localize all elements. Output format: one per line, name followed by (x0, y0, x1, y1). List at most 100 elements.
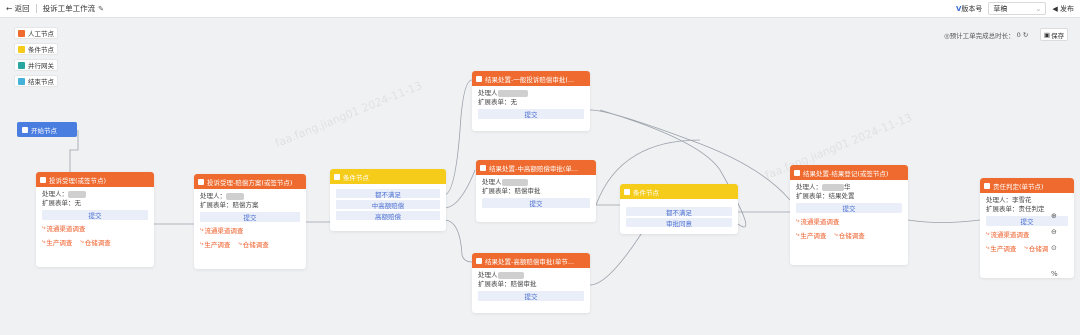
tag-production-survey[interactable]: ⤷ 生产调查 (200, 239, 230, 249)
tag-storage-survey[interactable]: ⤷ 仓储调查 (80, 237, 110, 247)
fit-view-icon[interactable]: ⊙ (1051, 244, 1057, 252)
redacted-name (822, 183, 844, 191)
condition-branch-none[interactable]: 都不满足 (626, 207, 732, 217)
edge-c1-n5 (443, 219, 473, 263)
submit-button[interactable]: 提交 (42, 210, 148, 220)
estimate-label: ◎预计工单完成总时长： (944, 32, 1015, 40)
manual-node-icon (198, 178, 204, 185)
save-icon: ▣ (1043, 30, 1051, 39)
legend-item-manual: 人工节点 (14, 27, 58, 39)
flow-node-mid-high-approval[interactable]: 结果处置-中高额赔偿审批(单... 处理人 扩展表单：赔偿审批 提交 (476, 160, 596, 222)
branch-icon: ⤷ (1024, 244, 1028, 251)
condition-branch-approved[interactable]: 审批同意 (626, 218, 732, 228)
branch-icon: ⤷ (986, 244, 990, 251)
condition-branch-none[interactable]: 都不满足 (336, 189, 440, 199)
redacted-name (501, 178, 528, 186)
branch-icon: ⤷ (238, 240, 242, 247)
node-header: 结果处置-一般投诉赔偿审批(... (472, 71, 590, 86)
node-header: 责任判定(单节点) (980, 178, 1074, 193)
flow-node-high-approval[interactable]: 结果处置-高额赔偿审批(单节... 处理人 扩展表单：赔偿审批 提交 (472, 253, 590, 313)
branch-icon: ⤷ (200, 226, 204, 233)
branch-icon: ⤷ (986, 230, 990, 237)
node-header: 结果处置-结果登记(或签节点) (790, 165, 908, 180)
save-button[interactable]: ▣ 保存 (1040, 28, 1068, 41)
branch-icon: ⤷ (796, 231, 800, 238)
zoom-percent: % (1051, 270, 1058, 278)
redacted-name (497, 271, 524, 279)
submit-button[interactable]: 提交 (200, 212, 300, 222)
submit-button[interactable]: 提交 (478, 109, 584, 119)
edge-c1-n3 (443, 79, 473, 196)
node-title: 结果处置-结果登记(或签节点) (803, 169, 889, 178)
node-header: 结果处置-中高额赔偿审批(单... (476, 160, 596, 175)
node-title: 条件节点 (343, 173, 369, 182)
handler-suffix: 华 (844, 183, 851, 191)
condition-node-icon (334, 173, 340, 180)
flow-node-condition-1[interactable]: 条件节点 都不满足 中高额赔偿 高额赔偿 (330, 169, 446, 231)
flow-node-result-registration[interactable]: 结果处置-结果登记(或签节点) 处理人：华 扩展表单：结果处置 提交 ⤷ 流通渠道… (790, 165, 908, 265)
tag-production-survey[interactable]: ⤷ 生产调查 (42, 237, 72, 247)
legend-item-gateway: 并行网关 (14, 59, 58, 71)
branch-icon: ⤷ (42, 238, 46, 245)
flow-node-complaint-intake[interactable]: 投诉受理(或签节点) 处理人： 扩展表单：无 提交 ⤷ 流通渠道调查 ⤷ 生产调查 … (36, 172, 154, 267)
condition-branch-mid-high[interactable]: 中高额赔偿 (336, 200, 440, 210)
node-title: 条件节点 (633, 188, 659, 197)
estimate-duration: ◎预计工单完成总时长： 0 ↻ (944, 30, 1028, 40)
refresh-icon[interactable]: ↻ (1023, 31, 1028, 39)
manual-node-icon (476, 257, 482, 264)
condition-branch-high[interactable]: 高额赔偿 (336, 211, 440, 221)
tag-label: 流通渠道调查 (990, 231, 1030, 239)
zoom-in-icon[interactable]: ⊕ (1051, 212, 1057, 220)
tag-channel-survey[interactable]: ⤷ 流通渠道调查 (42, 223, 148, 233)
tag-storage-survey[interactable]: ⤷ 仓储调查 (238, 239, 268, 249)
flow-node-general-approval[interactable]: 结果处置-一般投诉赔偿审批(... 处理人 扩展表单：无 提交 (472, 71, 590, 131)
manual-node-icon (794, 169, 800, 176)
submit-button[interactable]: 提交 (796, 203, 902, 213)
tag-channel-survey[interactable]: ⤷ 流通渠道调查 (200, 225, 300, 235)
tag-label: 生产调查 (204, 241, 231, 249)
node-handler: 处理人： (200, 192, 226, 200)
tag-label: 生产调查 (800, 232, 827, 240)
legend-label: 结束节点 (28, 78, 54, 86)
node-legend: 人工节点 条件节点 并行网关 结束节点 (14, 27, 58, 87)
submit-button[interactable]: 提交 (478, 291, 584, 301)
condition-node-icon (18, 45, 25, 53)
tag-storage-survey[interactable]: ⤷ 仓储调 (1024, 243, 1048, 253)
flow-node-condition-2[interactable]: 条件节点 都不满足 审批同意 (620, 184, 738, 234)
manual-node-icon (40, 176, 46, 183)
node-title: 结果处置-中高额赔偿审批(单... (489, 164, 579, 173)
tag-label: 生产调查 (46, 239, 73, 247)
flow-node-compensation-plan[interactable]: 投诉受理-赔偿方案(或签节点) 处理人： 扩展表单：赔偿方案 提交 ⤷ 流通渠道调… (194, 174, 306, 269)
node-header: 结果处置-高额赔偿审批(单节... (472, 253, 590, 268)
node-handler: 处理人： (42, 190, 68, 198)
branch-icon: ⤷ (80, 238, 84, 245)
submit-button[interactable]: 提交 (482, 198, 590, 208)
zoom-out-icon[interactable]: ⊖ (1051, 228, 1057, 236)
legend-label: 条件节点 (28, 46, 54, 54)
tag-label: 仓储调查 (242, 241, 269, 249)
node-form: 扩展表单：赔偿审批 (482, 186, 541, 195)
redacted-name (68, 190, 86, 198)
tag-label: 仓储调 (1028, 245, 1049, 253)
tag-storage-survey[interactable]: ⤷ 仓储调查 (834, 230, 864, 240)
edge-n6-n7 (907, 219, 981, 223)
legend-item-end: 结束节点 (14, 75, 58, 87)
node-handler: 处理人：李雪花 (986, 196, 1032, 204)
start-node[interactable]: 开始节点 (17, 122, 77, 137)
condition-node-icon (624, 188, 630, 195)
node-header: 投诉受理-赔偿方案(或签节点) (194, 174, 306, 189)
manual-node-icon (18, 29, 25, 37)
node-header: 条件节点 (620, 184, 738, 199)
flow-node-responsibility[interactable]: 责任判定(单节点) 处理人：李雪花 扩展表单：责任判定 提交 ⤷ 流通渠道调查 ⤷… (980, 178, 1074, 278)
tag-label: 仓储调查 (838, 232, 865, 240)
tag-channel-survey[interactable]: ⤷ 流通渠道调查 (796, 216, 902, 226)
node-header: 投诉受理(或签节点) (36, 172, 154, 187)
start-node-label: 开始节点 (31, 126, 57, 135)
branch-icon: ⤷ (42, 224, 46, 231)
node-handler: 处理人 (478, 89, 498, 97)
tag-production-survey[interactable]: ⤷ 生产调查 (986, 243, 1016, 253)
tag-label: 流通渠道调查 (204, 227, 244, 235)
tag-production-survey[interactable]: ⤷ 生产调查 (796, 230, 826, 240)
legend-label: 人工节点 (28, 30, 54, 38)
end-node-icon (18, 77, 25, 85)
